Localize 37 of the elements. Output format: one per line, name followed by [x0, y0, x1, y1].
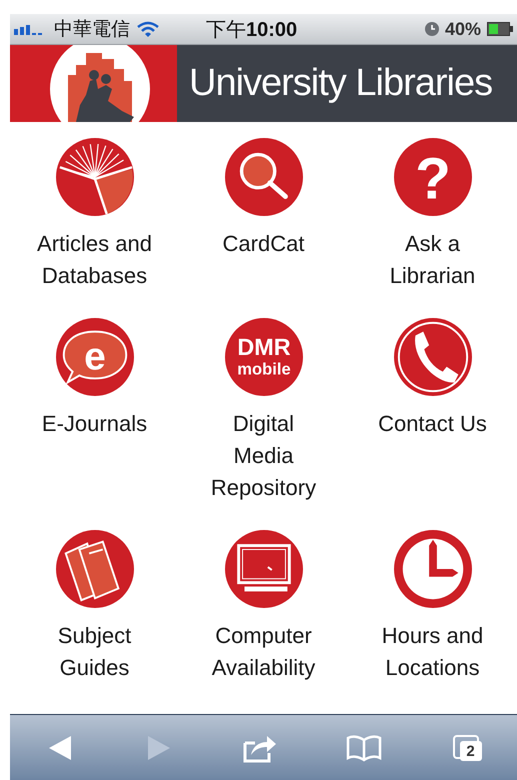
search-icon: [224, 138, 302, 216]
menu-tile[interactable]: DMR mobile Digital Media Repository: [179, 318, 348, 504]
tile-label: Digital Media Repository: [210, 410, 316, 502]
tile-label: Articles and Databases: [37, 230, 152, 290]
tabs-button[interactable]: 2: [442, 728, 490, 766]
monitor-icon: [224, 530, 302, 608]
menu-tile[interactable]: Subject Guides: [10, 530, 179, 684]
tile-label: Ask a Librarian: [390, 230, 476, 290]
menu-tile[interactable]: Computer Availability: [179, 530, 348, 684]
battery-percent: 40%: [444, 18, 481, 40]
alarm-icon: [424, 22, 439, 36]
menu-tile[interactable]: ? Ask a Librarian: [348, 138, 517, 292]
open-book-icon: [56, 138, 134, 216]
speech-bubble-icon: e: [56, 318, 134, 396]
menu-tile[interactable]: Hours and Locations: [348, 530, 517, 684]
tile-label: CardCat: [222, 230, 304, 258]
question-icon: ?: [394, 138, 472, 216]
tile-label: Hours and Locations: [382, 622, 484, 682]
wifi-icon: [136, 21, 160, 37]
menu-tile[interactable]: Contact Us: [348, 318, 517, 504]
phone-icon: [394, 318, 472, 396]
site-title: University Libraries: [189, 62, 492, 105]
tile-label: Contact Us: [378, 410, 487, 438]
open-book-icon: [346, 734, 382, 762]
clock-icon: [394, 530, 472, 608]
tile-label: E-Journals: [42, 410, 148, 438]
icon-text: DMR: [236, 334, 290, 360]
clock-time: 下午10:00: [206, 18, 298, 42]
carrier-name: 中華電信: [54, 18, 130, 42]
icon-text: mobile: [236, 360, 290, 379]
tile-label: Subject Guides: [58, 622, 132, 682]
tile-label: Computer Availability: [212, 622, 316, 682]
menu-tile[interactable]: e E-Journals: [10, 318, 179, 504]
menu-tile[interactable]: Articles and Databases: [10, 138, 179, 292]
booklets-icon: [56, 530, 134, 608]
menu-tile[interactable]: CardCat: [179, 138, 348, 292]
battery-icon: [487, 22, 513, 36]
